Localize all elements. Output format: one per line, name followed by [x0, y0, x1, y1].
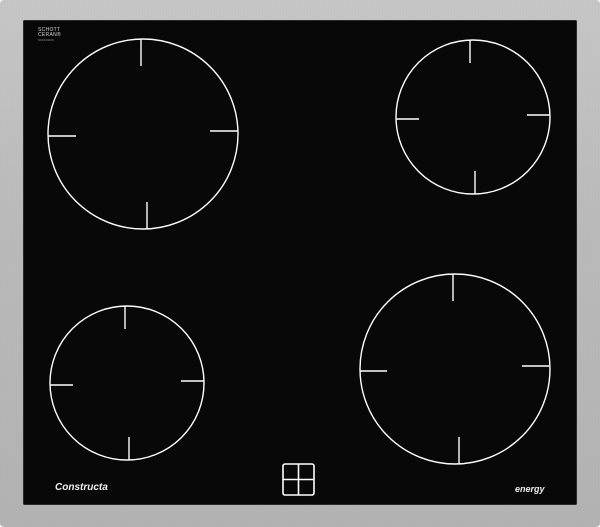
burner-bottom-right[interactable] — [359, 273, 551, 465]
burner-top-left[interactable] — [47, 38, 239, 230]
four-zone-icon[interactable] — [282, 463, 315, 496]
cooking-zones — [47, 38, 551, 496]
schott-logo-code: 00000000 — [38, 38, 54, 42]
cooktop-frame: SCHOTT CERAN® 00000000 Constructa energy — [0, 0, 600, 527]
brand-logo: Constructa — [55, 482, 108, 493]
burner-bottom-left[interactable] — [49, 305, 205, 461]
burner-top-right[interactable] — [395, 39, 551, 195]
schott-ceran-logo: SCHOTT CERAN® 00000000 — [38, 28, 61, 43]
energy-label: energy — [515, 484, 545, 494]
